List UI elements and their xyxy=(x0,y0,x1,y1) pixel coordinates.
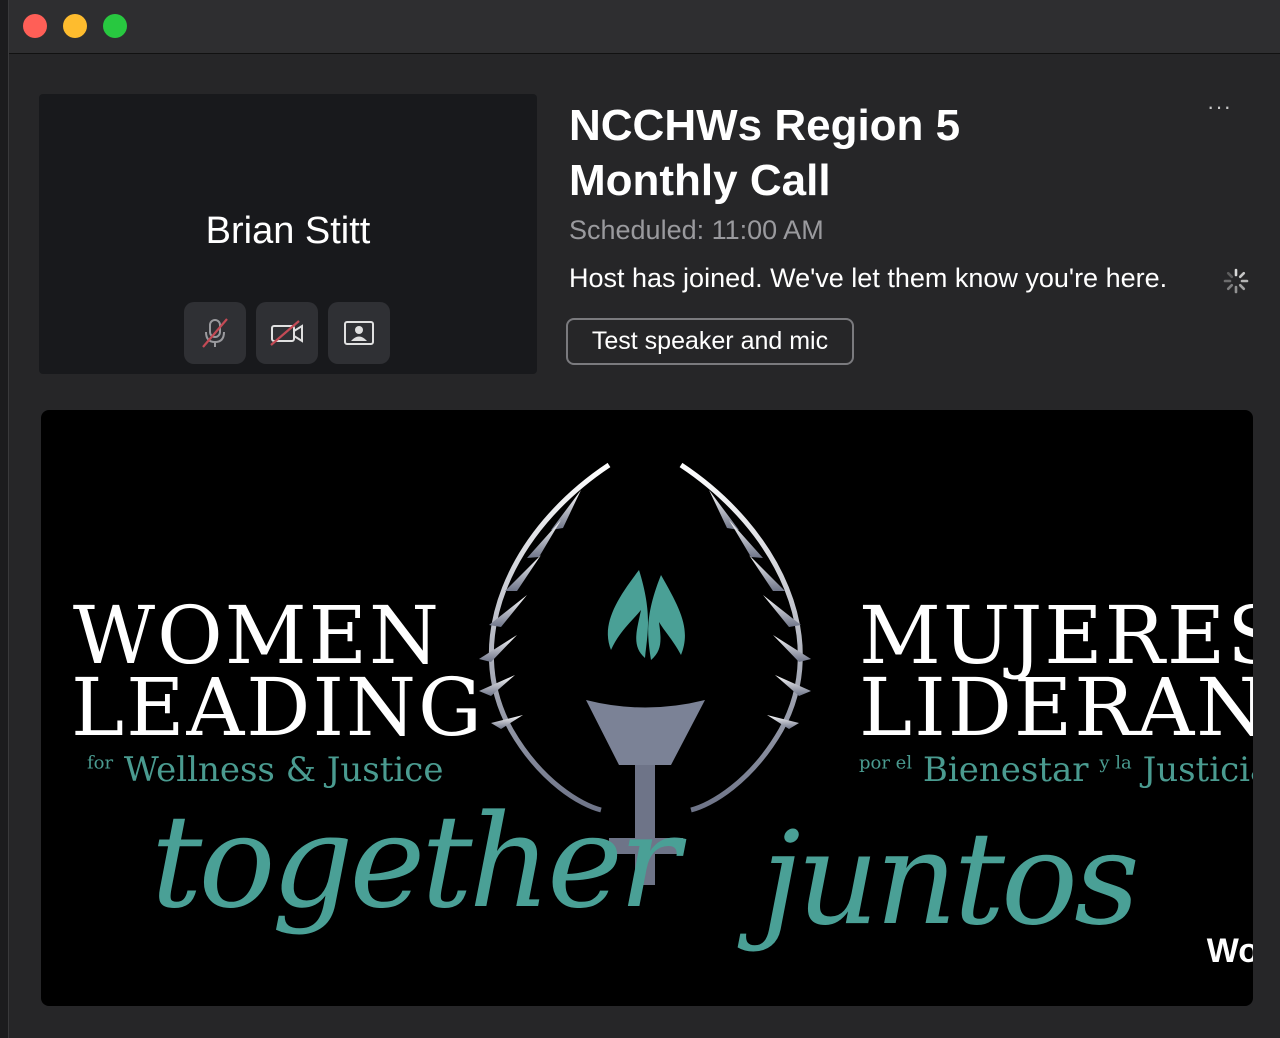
banner-mujeres-liderand: MUJERES LIDERAND xyxy=(859,596,1253,754)
meeting-title: NCCHWs Region 5 Monthly Call xyxy=(569,98,1129,208)
camera-off-icon xyxy=(270,320,303,346)
banner-women-leading: WOMEN LEADING xyxy=(71,596,484,754)
mic-muted-button[interactable] xyxy=(184,302,246,364)
camera-off-button[interactable] xyxy=(256,302,318,364)
banner-together-script: together xyxy=(151,788,680,937)
meeting-title-line2: Monthly Call xyxy=(569,156,831,205)
banner-leading-text: LEADING xyxy=(71,661,484,754)
banner-sub-es-mid: y la xyxy=(1099,752,1132,774)
status-message: Host has joined. We've let them know you… xyxy=(569,263,1168,293)
minimize-window-button[interactable] xyxy=(63,14,87,38)
banner-sub-es-end: Justicia xyxy=(1142,750,1253,790)
meeting-title-line1: NCCHWs Region 5 xyxy=(569,101,961,150)
close-window-button[interactable] xyxy=(23,14,47,38)
banner-juntos-script: juntos xyxy=(761,805,1140,954)
participant-name: Brian Stitt xyxy=(205,210,371,252)
title-bar xyxy=(9,0,1280,54)
banner-cut-text: Wo xyxy=(1206,932,1253,970)
person-frame-icon xyxy=(344,321,374,345)
zoom-window-button[interactable] xyxy=(103,14,127,38)
mic-off-icon xyxy=(202,318,228,348)
banner-sub-es: por el Bienestar y la Justicia xyxy=(859,750,1253,790)
scheduled-time: Scheduled: 11:00 AM xyxy=(569,215,824,245)
spinner-icon xyxy=(1223,268,1249,294)
banner-sub-es-prefix: por el xyxy=(859,752,913,774)
app-window: Brian Stitt NCCHWs Region 5 Monthly Call… xyxy=(8,0,1280,1038)
video-preview: Brian Stitt xyxy=(39,94,537,374)
banner-liderand-text: LIDERAND xyxy=(859,661,1253,754)
banner-sub-es-main: Bienestar xyxy=(922,750,1089,790)
meeting-banner-image: WOMEN LEADING for Wellness & Justice MUJ… xyxy=(41,410,1253,1006)
more-options-icon[interactable]: ··· xyxy=(1207,94,1232,120)
background-button[interactable] xyxy=(328,302,390,364)
test-speaker-mic-button[interactable]: Test speaker and mic xyxy=(566,318,854,365)
banner-sub-en-prefix: for xyxy=(87,752,114,774)
banner-sub-en: for Wellness & Justice xyxy=(87,750,443,790)
banner-sub-en-text: Wellness & Justice xyxy=(123,750,444,790)
